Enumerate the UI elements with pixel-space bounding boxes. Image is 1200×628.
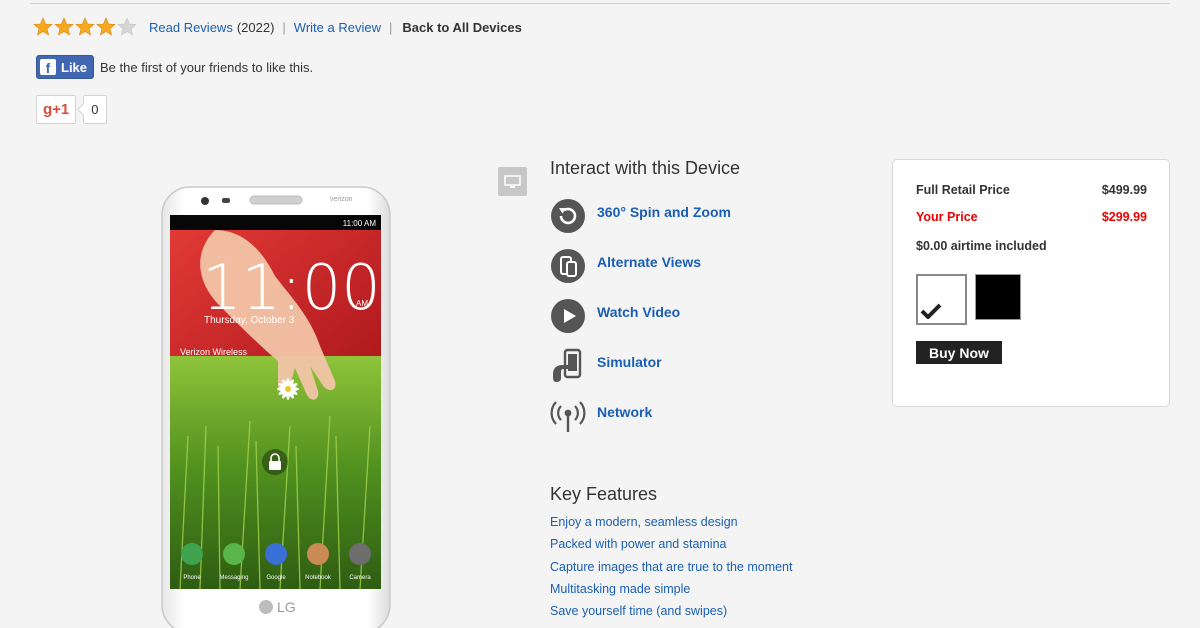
retail-price-row: Full Retail Price $499.99 <box>916 183 1147 210</box>
star-rating <box>33 17 137 37</box>
star-filled-icon <box>33 17 53 36</box>
gplus-row: g+1 0 <box>36 95 107 124</box>
your-price-value: $299.99 <box>1101 210 1147 224</box>
dock-label: Google <box>266 575 286 581</box>
key-features-section: Key Features Enjoy a modern, seamless de… <box>550 484 793 622</box>
dock-label: Camera <box>349 575 371 581</box>
gplus-count: 0 <box>83 95 107 124</box>
network-link[interactable]: Network <box>550 397 740 435</box>
antenna-icon <box>550 398 586 434</box>
spin-zoom-label: 360° Spin and Zoom <box>597 204 731 220</box>
buy-now-button[interactable]: Buy Now <box>916 341 1002 364</box>
device-image[interactable]: 11:00 AM verizon 11:00 AM Thursday, Octo… <box>160 186 392 628</box>
rotate-icon <box>550 198 586 234</box>
retail-price-value: $499.99 <box>1101 183 1147 197</box>
star-filled-icon <box>96 17 116 36</box>
facebook-icon: f <box>40 59 56 75</box>
dock-label: Phone <box>183 575 201 581</box>
alternate-views-link[interactable]: Alternate Views <box>550 247 740 285</box>
lockscreen-clock: 11:00 <box>202 251 381 324</box>
simulator-link[interactable]: Simulator <box>550 347 740 385</box>
lockscreen-ampm: AM <box>356 299 368 308</box>
lockscreen-date: Thursday, October 3 <box>204 315 295 326</box>
color-swatch-black[interactable] <box>975 274 1021 320</box>
spin-zoom-link[interactable]: 360° Spin and Zoom <box>550 197 740 235</box>
like-label: Like <box>61 59 88 75</box>
feature-link[interactable]: Enjoy a modern, seamless design <box>550 511 793 533</box>
network-label: Network <box>597 404 653 420</box>
alternate-views-label: Alternate Views <box>597 254 702 270</box>
phones-icon <box>550 248 586 284</box>
phone-illustration: 11:00 AM verizon 11:00 AM Thursday, Octo… <box>161 186 391 628</box>
feature-link[interactable]: Capture images that are true to the mome… <box>550 556 793 578</box>
rating-row: Read Reviews (2022) | Write a Review | B… <box>33 16 522 38</box>
star-filled-icon <box>54 17 74 36</box>
play-icon <box>550 298 586 334</box>
read-reviews-link[interactable]: Read Reviews <box>149 20 233 35</box>
back-to-devices-link[interactable]: Back to All Devices <box>402 20 521 35</box>
hand-phone-icon <box>550 348 586 384</box>
write-review-link[interactable]: Write a Review <box>294 20 381 35</box>
simulator-label: Simulator <box>597 354 662 370</box>
lockscreen-carrier: Verizon Wireless <box>180 347 248 357</box>
gplus-button[interactable]: g+1 <box>36 95 77 124</box>
airtime-note: $0.00 airtime included <box>916 239 1047 253</box>
checkmark-icon <box>920 303 942 319</box>
monitor-icon[interactable] <box>498 167 527 196</box>
pricing-panel: Full Retail Price $499.99 Your Price $29… <box>892 159 1170 407</box>
status-time: 11:00 AM <box>343 219 377 228</box>
lg-logo: LG <box>277 599 296 615</box>
separator: | <box>282 19 286 35</box>
star-empty-icon <box>117 17 137 36</box>
separator: | <box>388 19 393 35</box>
feature-link[interactable]: Multitasking made simple <box>550 578 793 600</box>
facebook-like-button[interactable]: f Like <box>36 55 95 79</box>
top-divider <box>30 3 1170 4</box>
your-price-label: Your Price <box>916 210 978 224</box>
interact-title: Interact with this Device <box>550 158 741 178</box>
dock-label: Messaging <box>219 575 248 581</box>
dock-label: Notebook <box>305 575 332 581</box>
watch-video-link[interactable]: Watch Video <box>550 297 740 335</box>
feature-link[interactable]: Save yourself time (and swipes) <box>550 600 793 622</box>
review-count: (2022) <box>236 19 275 35</box>
color-swatches <box>916 274 1147 325</box>
facebook-social-text: Be the first of your friends to like thi… <box>100 59 314 75</box>
retail-price-label: Full Retail Price <box>916 183 1010 197</box>
color-swatch-white[interactable] <box>916 274 967 325</box>
carrier-logo: verizon <box>330 196 353 203</box>
key-features-title: Key Features <box>550 484 658 504</box>
star-filled-icon <box>75 17 95 36</box>
interact-section: Interact with this Device 360° Spin and … <box>550 158 740 447</box>
your-price-row: Your Price $299.99 <box>916 210 1147 237</box>
watch-video-label: Watch Video <box>597 304 681 320</box>
feature-link[interactable]: Packed with power and stamina <box>550 533 793 555</box>
facebook-like-row: f Like Be the first of your friends to l… <box>36 55 313 79</box>
